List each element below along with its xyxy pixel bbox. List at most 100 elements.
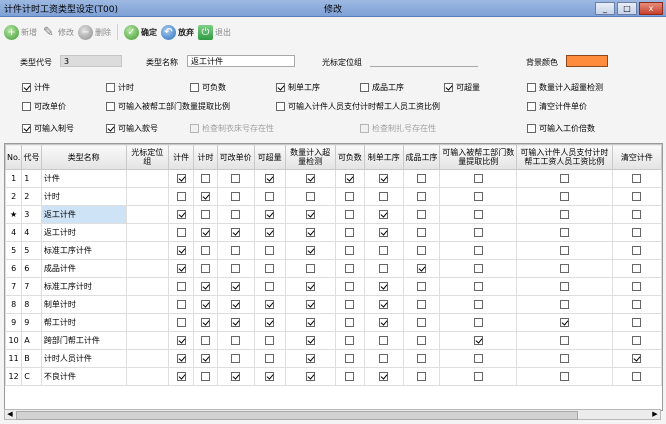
cursor-group-cell[interactable]: [125, 295, 169, 314]
row-number[interactable]: 5: [5, 241, 23, 260]
row-number[interactable]: 8: [5, 295, 23, 314]
flag-cell[interactable]: [439, 313, 518, 332]
flag-cell[interactable]: [516, 259, 613, 278]
type-code-cell[interactable]: 5: [21, 241, 42, 260]
column-header[interactable]: 光标定位组: [125, 144, 169, 170]
flag-cell[interactable]: [284, 169, 336, 188]
flag-cell[interactable]: [439, 331, 518, 350]
table-row[interactable]: 7 7 标准工序计时: [5, 277, 662, 296]
flag-cell[interactable]: [284, 187, 336, 206]
type-name-cell[interactable]: 跨部门帮工计件: [40, 331, 127, 350]
option-checkbox[interactable]: 可输入制号: [22, 123, 74, 134]
flag-cell[interactable]: [516, 277, 613, 296]
type-name-cell[interactable]: 帮工计时: [40, 313, 127, 332]
flag-cell[interactable]: [193, 295, 218, 314]
flag-cell[interactable]: [611, 277, 662, 296]
option-checkbox[interactable]: 制单工序: [276, 82, 320, 93]
row-number[interactable]: 9: [5, 313, 23, 332]
scroll-left-icon[interactable]: ◀: [5, 410, 15, 419]
flag-cell[interactable]: [253, 295, 286, 314]
flag-cell[interactable]: [363, 241, 404, 260]
column-header[interactable]: 计时: [193, 144, 218, 170]
flag-cell[interactable]: [334, 187, 365, 206]
flag-cell[interactable]: [439, 259, 518, 278]
cursor-group-cell[interactable]: [125, 277, 169, 296]
table-row[interactable]: 12 C 不良计件: [5, 367, 662, 386]
row-number[interactable]: 10: [5, 331, 23, 350]
table-row[interactable]: 8 8 制单计时: [5, 295, 662, 314]
close-button[interactable]: x: [639, 2, 663, 15]
flag-cell[interactable]: [611, 241, 662, 260]
flag-cell[interactable]: [284, 331, 336, 350]
flag-cell[interactable]: [216, 205, 255, 224]
flag-cell[interactable]: [193, 187, 218, 206]
table-row[interactable]: 10 A 跨部门帮工计件: [5, 331, 662, 350]
type-code-cell[interactable]: B: [21, 349, 42, 368]
type-code-cell[interactable]: 4: [21, 223, 42, 242]
flag-cell[interactable]: [167, 223, 195, 242]
type-code-cell[interactable]: 8: [21, 295, 42, 314]
type-name-cell[interactable]: 标准工序计时: [40, 277, 127, 296]
flag-cell[interactable]: [216, 295, 255, 314]
flag-cell[interactable]: [193, 259, 218, 278]
row-number[interactable]: 12: [5, 367, 23, 386]
bg-color-swatch[interactable]: [566, 55, 608, 67]
column-header[interactable]: 清空计件: [611, 144, 662, 170]
flag-cell[interactable]: [439, 367, 518, 386]
cursor-group-cell[interactable]: [125, 331, 169, 350]
column-header[interactable]: 可输入被帮工部门数量提取比例: [439, 144, 518, 170]
flag-cell[interactable]: [167, 313, 195, 332]
flag-cell[interactable]: [284, 367, 336, 386]
flag-cell[interactable]: [167, 331, 195, 350]
flag-cell[interactable]: [363, 223, 404, 242]
table-row[interactable]: 4 4 返工计时: [5, 223, 662, 242]
option-checkbox[interactable]: 可输入计件人员支付计时帮工人员工资比例: [276, 101, 440, 112]
column-header[interactable]: 计件: [167, 144, 195, 170]
flag-cell[interactable]: [253, 259, 286, 278]
flag-cell[interactable]: [334, 367, 365, 386]
flag-cell[interactable]: [611, 169, 662, 188]
type-name-cell[interactable]: 标准工序计件: [40, 241, 127, 260]
cursor-group-cell[interactable]: [125, 205, 169, 224]
code-field[interactable]: 3: [60, 55, 122, 67]
flag-cell[interactable]: [193, 331, 218, 350]
flag-cell[interactable]: [253, 331, 286, 350]
type-code-cell[interactable]: 7: [21, 277, 42, 296]
flag-cell[interactable]: [334, 259, 365, 278]
column-header[interactable]: 可超量: [253, 144, 286, 170]
table-row[interactable]: 9 9 帮工计时: [5, 313, 662, 332]
flag-cell[interactable]: [193, 241, 218, 260]
flag-cell[interactable]: [516, 295, 613, 314]
flag-cell[interactable]: [334, 313, 365, 332]
flag-cell[interactable]: [516, 169, 613, 188]
column-header[interactable]: 可负数: [334, 144, 365, 170]
flag-cell[interactable]: [402, 187, 441, 206]
cursor-group-cell[interactable]: [125, 259, 169, 278]
flag-cell[interactable]: [363, 187, 404, 206]
table-row[interactable]: 11 B 计时人员计件: [5, 349, 662, 368]
flag-cell[interactable]: [167, 187, 195, 206]
flag-cell[interactable]: [439, 349, 518, 368]
flag-cell[interactable]: [216, 277, 255, 296]
flag-cell[interactable]: [334, 349, 365, 368]
scroll-right-icon[interactable]: ▶: [650, 410, 660, 419]
flag-cell[interactable]: [402, 313, 441, 332]
flag-cell[interactable]: [516, 331, 613, 350]
flag-cell[interactable]: [216, 367, 255, 386]
type-name-cell[interactable]: 不良计件: [40, 367, 127, 386]
flag-cell[interactable]: [611, 349, 662, 368]
flag-cell[interactable]: [167, 295, 195, 314]
row-number[interactable]: 11: [5, 349, 23, 368]
flag-cell[interactable]: [611, 313, 662, 332]
table-row[interactable]: 6 6 成品计件: [5, 259, 662, 278]
flag-cell[interactable]: [334, 331, 365, 350]
flag-cell[interactable]: [363, 295, 404, 314]
minimize-button[interactable]: _: [595, 2, 615, 15]
flag-cell[interactable]: [193, 277, 218, 296]
flag-cell[interactable]: [167, 205, 195, 224]
flag-cell[interactable]: [402, 241, 441, 260]
column-header[interactable]: 可改单价: [216, 144, 255, 170]
type-name-cell[interactable]: 制单计时: [40, 295, 127, 314]
option-checkbox[interactable]: 成品工序: [360, 82, 404, 93]
flag-cell[interactable]: [253, 223, 286, 242]
